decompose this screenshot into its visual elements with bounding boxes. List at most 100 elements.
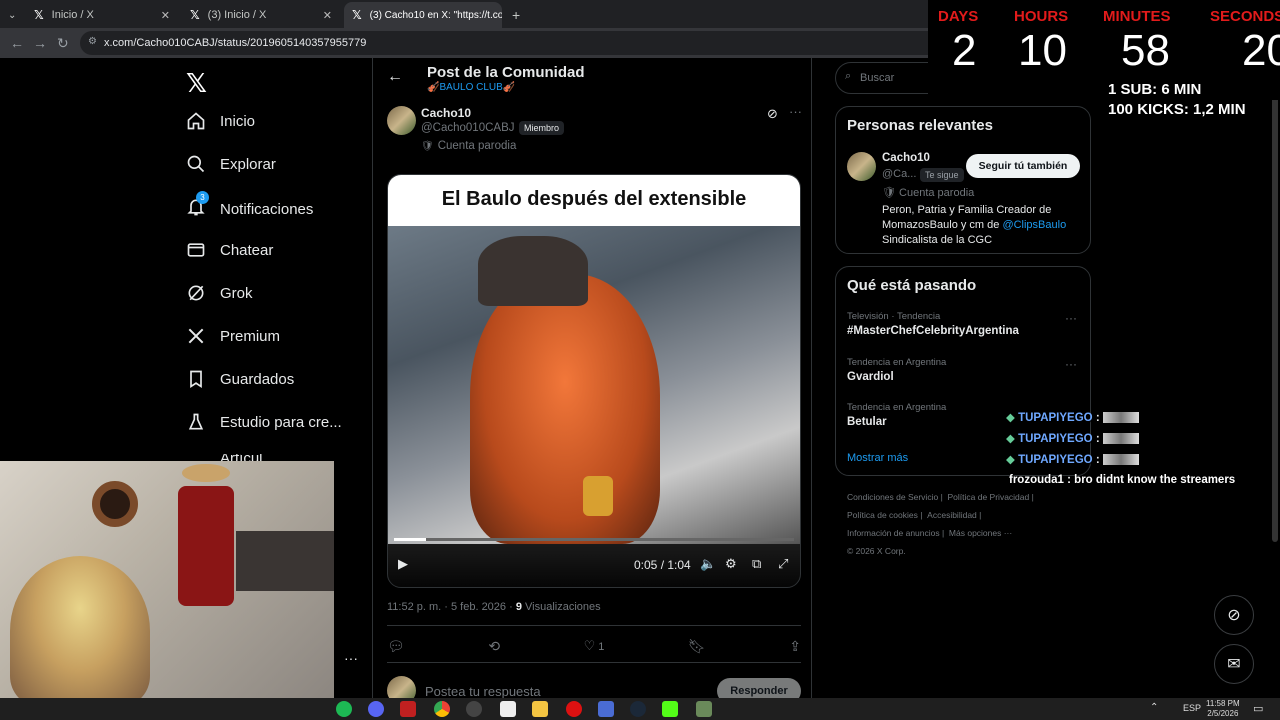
sidebar-item-estudio[interactable]: Estudio para cre... [186, 412, 342, 432]
footer-link[interactable]: Accesibilidad [927, 510, 977, 520]
sidebar-item-explorar[interactable]: Explorar [186, 154, 276, 174]
webcam-overlay [0, 461, 334, 700]
reply-input[interactable]: Postea tu respuesta [425, 684, 541, 699]
notification-center-icon[interactable]: ▭ [1253, 702, 1263, 715]
repost-icon[interactable]: ⟲ [488, 638, 500, 655]
x-logo-icon: 𝕏 [352, 8, 362, 22]
play-icon[interactable]: ▶ [398, 556, 408, 572]
minecraft-icon[interactable] [696, 701, 712, 717]
url-text: x.com/Cacho010CABJ/status/20196051403579… [104, 37, 367, 49]
messages-fab[interactable]: ✉ [1214, 644, 1254, 684]
capcut-icon[interactable] [500, 701, 516, 717]
fullscreen-icon[interactable]: ⤢ [778, 556, 788, 572]
video-time: 0:05 / 1:04 [634, 558, 691, 572]
folder-icon[interactable] [532, 701, 548, 717]
footer-link[interactable]: Condiciones de Servicio [847, 492, 938, 502]
pip-icon[interactable]: ⧉ [752, 556, 761, 572]
trend-item[interactable]: Tendencia en Argentina Gvardiol ··· [847, 357, 1081, 383]
settings-icon[interactable]: ⚙ [725, 556, 737, 572]
sidebar-item-label: Chatear [220, 241, 274, 259]
sidebar-item-label: Inicio [220, 112, 256, 130]
video-progress-track[interactable] [394, 538, 794, 541]
video-progress-fill [394, 538, 426, 541]
obs-icon[interactable] [466, 701, 482, 717]
opera-icon[interactable] [566, 701, 582, 717]
author-name[interactable]: Cacho10 [421, 106, 471, 120]
sidebar-item-premium[interactable]: Premium [186, 326, 280, 346]
forward-icon[interactable]: → [33, 35, 47, 51]
person-avatar[interactable] [847, 152, 876, 181]
sidebar-item-guardados[interactable]: Guardados [186, 369, 294, 389]
steam-icon[interactable] [630, 701, 646, 717]
search-icon [187, 155, 205, 173]
person-name[interactable]: Cacho10 [882, 152, 930, 164]
timer-seconds: 20 [1242, 26, 1280, 75]
footer-link[interactable]: Política de cookies [847, 510, 918, 520]
bio-mention-link[interactable]: @ClipsBaulo [1002, 219, 1066, 231]
copyright: © 2026 X Corp. [847, 546, 906, 556]
sidebar-item-inicio[interactable]: Inicio [186, 111, 255, 131]
more-account-icon[interactable]: ··· [344, 650, 358, 666]
community-link[interactable]: 🎻BAULO CLUB🎻 [427, 82, 515, 93]
timer-label-seconds: SECONDS [1210, 8, 1280, 25]
app-icon[interactable] [598, 701, 614, 717]
new-tab-button[interactable]: + [504, 2, 524, 28]
more-options-icon[interactable]: ··· [789, 104, 802, 119]
post-meta: 11:52 p. m. · 5 feb. 2026 · 9 Visualizac… [387, 601, 601, 613]
sidebar-item-notificaciones[interactable]: 3 Notificaciones [186, 191, 313, 221]
show-more-link[interactable]: Mostrar más [847, 452, 908, 464]
tray-chevron-icon[interactable]: ⌃ [1150, 702, 1158, 713]
voicemeeter-icon[interactable] [400, 701, 416, 717]
trend-category: Televisión · Tendencia [847, 311, 941, 322]
more-icon[interactable]: ··· [1065, 311, 1077, 325]
grok-fab[interactable]: ⊘ [1214, 595, 1254, 635]
chat-message: ◆ TUPAPIYEGO : [1006, 410, 1139, 424]
reply-icon[interactable]: 💬︎ [387, 638, 405, 655]
author-avatar[interactable] [387, 106, 416, 135]
sidebar-item-grok[interactable]: Grok [186, 283, 253, 303]
tab-cacho10-post[interactable]: 𝕏 (3) Cacho10 en X: "https://t.co/… [344, 2, 502, 28]
mail-icon: ✉ [1227, 656, 1241, 673]
share-icon[interactable]: ⇪ [789, 638, 801, 655]
sidebar-item-label: Premium [220, 327, 281, 345]
footer-link[interactable]: Información de anuncios [847, 528, 940, 538]
video-frame[interactable] [388, 226, 800, 544]
tray-language[interactable]: ESP [1183, 703, 1201, 713]
person-bio: Peron, Patria y Familia Creador de Momaz… [882, 203, 1082, 248]
spotify-icon[interactable] [336, 701, 352, 717]
tray-clock[interactable]: 11:58 PM 2/5/2026 [1206, 699, 1240, 719]
tab-inicio[interactable]: 𝕏 Inicio / X ✕ [26, 2, 178, 28]
bookmark-icon[interactable]: 🔖︎ [688, 638, 706, 655]
tab-inicio-2[interactable]: 𝕏 (3) Inicio / X ✕ [182, 2, 340, 28]
back-arrow-icon[interactable]: ← [387, 68, 403, 86]
sidebar-item-chatear[interactable]: Chatear [186, 240, 273, 260]
post-timestamp[interactable]: 11:52 p. m. · 5 feb. 2026 · [387, 601, 516, 613]
chat-emote-icon [1102, 412, 1139, 424]
reload-icon[interactable]: ↻ [57, 35, 69, 52]
footer-link[interactable]: Política de Privacidad [948, 492, 1030, 502]
close-icon[interactable]: ✕ [323, 9, 332, 22]
chrome-icon[interactable] [434, 701, 450, 717]
video-bracelet [583, 476, 613, 516]
close-icon[interactable]: ✕ [161, 9, 170, 22]
like-button[interactable]: ♡ 1 [584, 638, 605, 655]
more-icon[interactable]: ··· [1065, 357, 1077, 371]
chat-message: ◆ TUPAPIYEGO : [1006, 431, 1139, 445]
discord-icon[interactable] [368, 701, 384, 717]
follow-button[interactable]: Seguir tú también [966, 154, 1080, 178]
author-handle[interactable]: @Cacho010CABJ [421, 122, 515, 134]
kick-icon[interactable] [662, 701, 678, 717]
footer-more-options[interactable]: Más opciones ··· [949, 528, 1012, 538]
back-icon[interactable]: ← [10, 35, 24, 51]
scrollbar[interactable] [1272, 62, 1278, 542]
person-handle[interactable]: @Ca... [882, 168, 916, 180]
volume-icon[interactable]: 🔈 [700, 556, 716, 572]
tab-menu-button[interactable]: ⌄ [0, 2, 24, 28]
home-icon [187, 112, 205, 130]
site-info-icon[interactable]: ⚙ [88, 36, 97, 47]
trend-item[interactable]: Televisión · Tendencia #MasterChefCelebr… [847, 311, 1081, 337]
x-home-logo-icon[interactable]: 𝕏 [186, 68, 207, 99]
search-placeholder: Buscar [860, 72, 895, 84]
video-player[interactable]: El Baulo después del extensible ▶ 0:05 /… [387, 174, 801, 588]
grok-explain-icon[interactable]: ⊘ [767, 106, 778, 122]
